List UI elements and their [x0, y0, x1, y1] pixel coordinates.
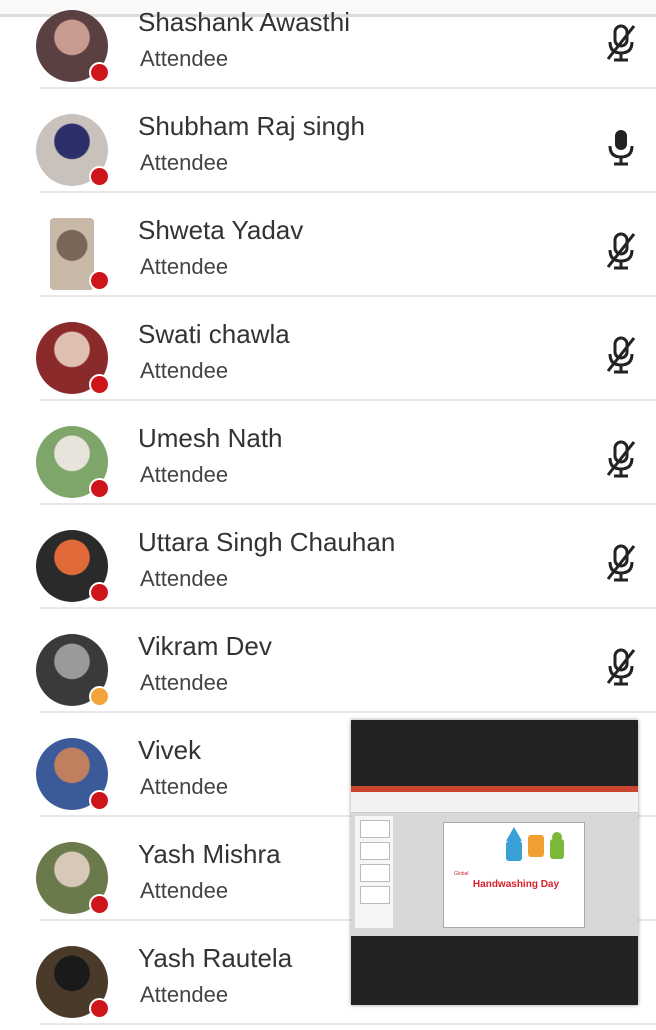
status-dot [89, 270, 110, 291]
microphone-muted-icon[interactable] [604, 543, 638, 583]
participant-row[interactable]: Swati chawla Attendee [36, 297, 656, 401]
slide-thumbnail [360, 820, 390, 838]
microphone-muted-icon[interactable] [604, 647, 638, 687]
microphone-icon[interactable] [604, 127, 638, 167]
status-dot [89, 686, 110, 707]
slide-thumbnail [360, 842, 390, 860]
status-dot [89, 582, 110, 603]
status-dot [89, 894, 110, 915]
slide-small-text: Global [454, 871, 469, 877]
avatar[interactable] [36, 738, 110, 811]
avatar[interactable] [36, 114, 110, 187]
participant-role: Attendee [140, 254, 229, 279]
current-slide: Global Handwashing Day [443, 822, 585, 928]
slide-thumbnails [355, 816, 393, 928]
status-dot [89, 998, 110, 1019]
avatar[interactable] [36, 530, 110, 603]
participant-name: Shweta Yadav [138, 215, 304, 245]
participant-role: Attendee [140, 774, 229, 799]
avatar[interactable] [36, 946, 110, 1019]
slide-thumbnail [360, 864, 390, 882]
status-dot [89, 374, 110, 395]
participant-role: Attendee [140, 878, 229, 903]
status-dot [89, 790, 110, 811]
avatar[interactable] [36, 322, 110, 395]
microphone-muted-icon[interactable] [604, 335, 638, 375]
participant-name: Uttara Singh Chauhan [138, 527, 396, 557]
participant-name: Shubham Raj singh [138, 111, 365, 141]
participant-role: Attendee [140, 358, 229, 383]
app-toolbar [351, 792, 638, 813]
microphone-muted-icon[interactable] [604, 231, 638, 271]
participant-row[interactable]: Vikram Dev Attendee [36, 609, 656, 713]
participant-row[interactable]: Umesh Nath Attendee [36, 401, 656, 505]
microphone-muted-icon[interactable] [604, 23, 638, 63]
participant-name: Vivek [138, 735, 202, 765]
participant-row[interactable]: Shweta Yadav Attendee [40, 193, 656, 297]
slide-title: Handwashing Day [472, 879, 560, 890]
participant-name: Shashank Awasthi [138, 7, 350, 37]
participant-name: Yash Rautela [138, 943, 293, 973]
screen-share-pip[interactable]: Global Handwashing Day [351, 720, 638, 1005]
status-dot [89, 166, 110, 187]
participant-name: Swati chawla [138, 319, 290, 349]
participant-role: Attendee [140, 670, 229, 695]
participant-role: Attendee [140, 982, 229, 1007]
participant-row[interactable]: Uttara Singh Chauhan Attendee [36, 505, 656, 609]
shared-screen: Global Handwashing Day [351, 786, 638, 936]
participant-row[interactable]: Shubham Raj singh Attendee [36, 89, 656, 193]
participant-name: Vikram Dev [138, 631, 272, 661]
avatar[interactable] [36, 634, 110, 707]
participant-role: Attendee [140, 150, 229, 175]
avatar[interactable] [36, 218, 110, 291]
avatar[interactable] [36, 426, 110, 499]
status-dot [89, 478, 110, 499]
status-dot [89, 62, 110, 83]
avatar[interactable] [36, 10, 110, 83]
participant-role: Attendee [140, 566, 229, 591]
participant-role: Attendee [140, 46, 229, 71]
avatar[interactable] [36, 842, 110, 915]
participant-name: Umesh Nath [138, 423, 283, 453]
slide-thumbnail [360, 886, 390, 904]
microphone-muted-icon[interactable] [604, 439, 638, 479]
participant-name: Yash Mishra [138, 839, 281, 869]
participant-row[interactable]: Shashank Awasthi Attendee [36, 0, 656, 89]
participant-role: Attendee [140, 462, 229, 487]
